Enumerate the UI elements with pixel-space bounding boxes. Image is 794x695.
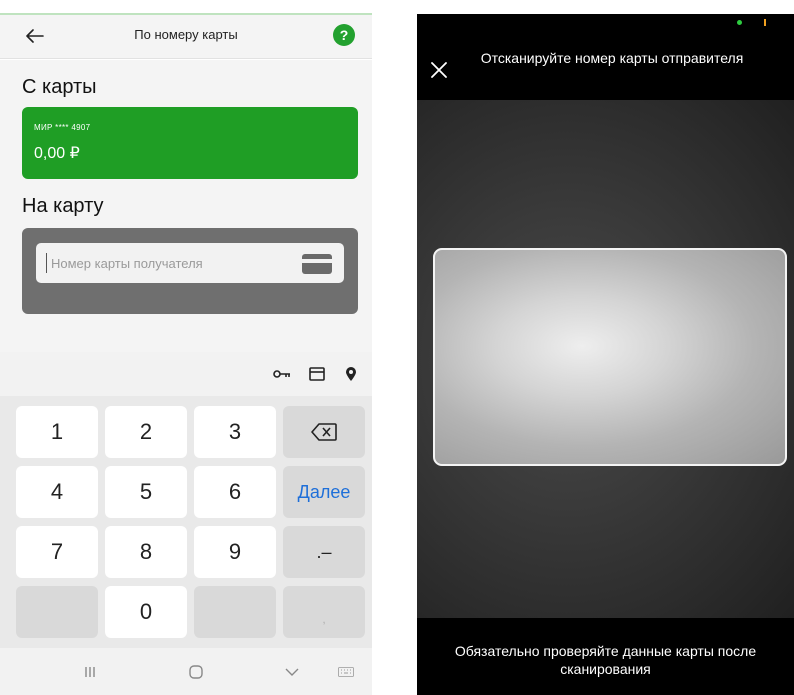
location-pin-icon[interactable] [343,364,359,384]
key-4[interactable]: 4 [16,466,98,518]
camera-indicator [737,20,742,25]
source-card-balance: 0,00 ₽ [34,145,80,162]
scanner-hint: Обязательно проверяйте данные карты посл… [454,643,757,677]
page-title: По номеру карты [134,27,238,42]
key-2[interactable]: 2 [105,406,187,458]
key-icon[interactable] [272,364,292,384]
recent-apps-icon[interactable] [80,662,100,682]
numeric-keyboard: 1 2 3 4 5 6 Далее 7 8 9 .– 0 , [0,396,372,648]
mic-indicator [764,19,766,26]
blank-key-left [16,586,98,638]
close-icon [431,62,447,78]
system-navigation-bar [0,648,372,695]
key-5[interactable]: 5 [105,466,187,518]
credit-card-icon[interactable] [302,254,332,274]
source-card-name: МИР **** 4907 [34,123,91,132]
to-card-heading: На карту [22,195,104,217]
card-scanner-screen: Отсканируйте номер карты отправителя Обя… [417,14,794,695]
key-7[interactable]: 7 [16,526,98,578]
scanner-footer: Обязательно проверяйте данные карты посл… [417,618,794,695]
comma-key[interactable]: , [283,586,365,638]
transfer-screen: По номеру карты ? С карты МИР **** 4907 … [0,0,372,695]
key-3[interactable]: 3 [194,406,276,458]
backspace-icon [311,423,337,441]
close-button[interactable] [427,58,451,82]
from-card-heading: С карты [22,76,97,98]
help-button[interactable]: ? [333,24,355,46]
destination-card-panel [22,228,358,314]
backspace-key[interactable] [283,406,365,458]
back-button[interactable] [22,23,48,49]
camera-viewfinder [417,100,794,618]
card-icon[interactable] [307,364,327,384]
card-scan-frame [433,248,787,466]
card-number-field[interactable] [36,243,344,283]
next-key[interactable]: Далее [283,466,365,518]
scanner-header: Отсканируйте номер карты отправителя [417,14,794,100]
scanner-title: Отсканируйте номер карты отправителя [480,50,744,66]
back-chevron-icon[interactable] [282,662,302,682]
home-icon[interactable] [186,662,206,682]
key-6[interactable]: 6 [194,466,276,518]
transfer-form: С карты МИР **** 4907 0,00 ₽ На карту [0,60,372,352]
punctuation-key[interactable]: .– [283,526,365,578]
card-number-input[interactable] [46,253,286,273]
arrow-left-icon [26,29,44,43]
keyboard-icon[interactable] [337,662,355,682]
key-0[interactable]: 0 [105,586,187,638]
app-header: По номеру карты ? [0,15,372,59]
keyboard-toolbar [0,352,372,396]
key-1[interactable]: 1 [16,406,98,458]
key-9[interactable]: 9 [194,526,276,578]
source-card[interactable]: МИР **** 4907 0,00 ₽ [22,107,358,179]
key-8[interactable]: 8 [105,526,187,578]
blank-key-right [194,586,276,638]
